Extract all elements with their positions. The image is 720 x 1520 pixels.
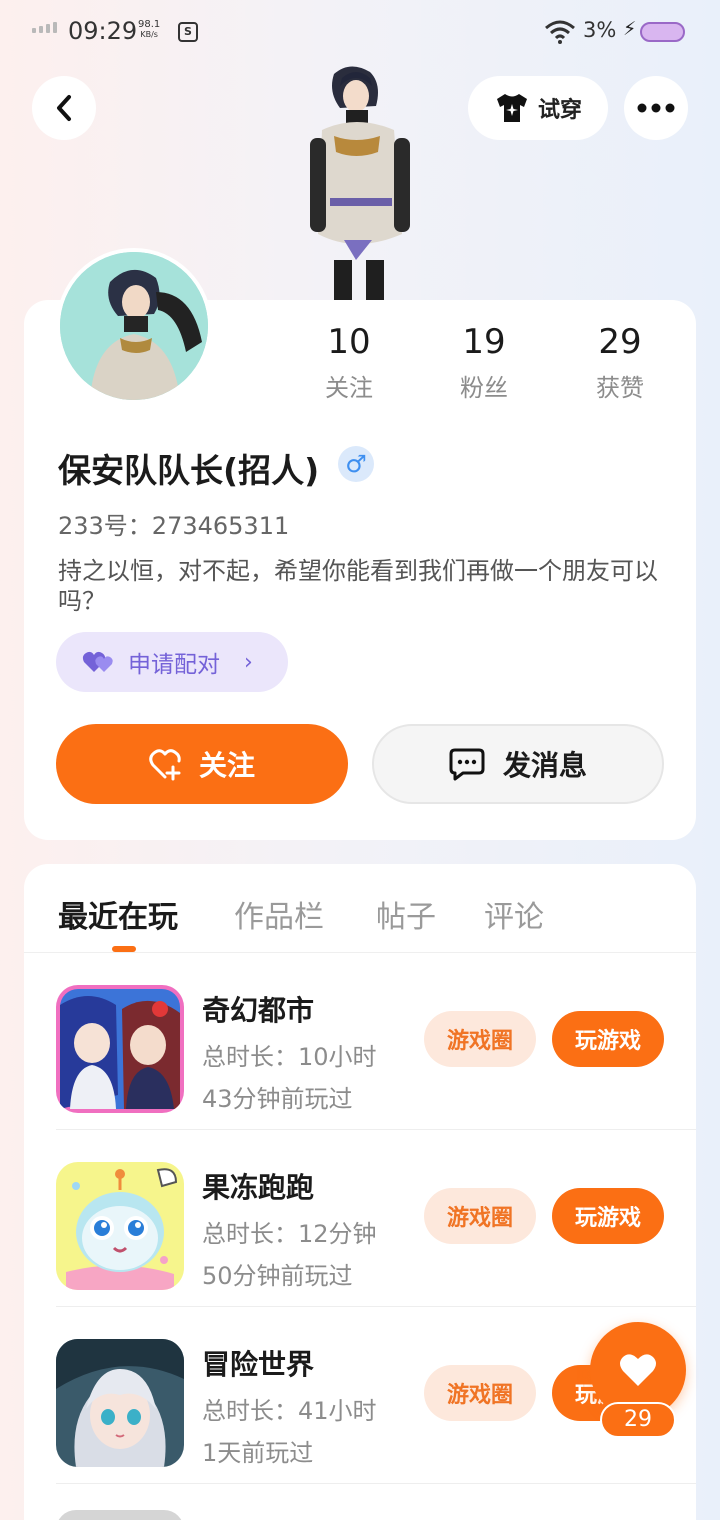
network-speed-value: 98.1 — [138, 19, 161, 30]
play-game-button[interactable]: 玩游戏 — [552, 1011, 664, 1067]
username: 保安队队长(招人) — [58, 451, 320, 490]
chat-bubble-icon — [449, 748, 485, 781]
game-icon[interactable] — [56, 985, 184, 1113]
try-on-button[interactable]: 试穿 — [468, 76, 608, 140]
stat-likes[interactable]: 29 获赞 — [560, 322, 680, 403]
row-divider — [56, 1483, 696, 1484]
user-bio: 持之以恒，对不起，希望你能看到我们再做一个朋友可以吗？ — [58, 557, 658, 615]
request-pairing-button[interactable]: 申请配对 › — [56, 632, 288, 692]
stat-following-label: 关注 — [325, 374, 373, 402]
play-game-button[interactable]: 玩游戏 — [552, 1188, 664, 1244]
notification-icon: S — [178, 22, 198, 42]
send-message-button[interactable]: 发消息 — [372, 724, 664, 804]
follow-button[interactable]: 关注 — [56, 724, 348, 804]
game-name: 果冻跑跑 — [202, 1171, 315, 1204]
back-button[interactable] — [32, 76, 96, 140]
tshirt-icon — [496, 94, 527, 122]
game-name: 奇幻都市 — [202, 994, 315, 1027]
more-dots-icon — [637, 103, 675, 113]
game-2-artwork — [56, 1162, 184, 1290]
game-last-played: 43分钟前玩过 — [202, 1085, 353, 1113]
more-options-button[interactable] — [624, 76, 688, 140]
heart-plus-icon — [149, 749, 181, 781]
male-gender-icon: ♂ — [338, 446, 374, 482]
stat-following-value: 10 — [327, 322, 371, 362]
tab-comments[interactable]: 评论 — [484, 892, 544, 936]
game-last-played: 1天前玩过 — [202, 1439, 314, 1467]
status-bar: 09:29 98.1 KB/s S 3% ⚡ — [0, 0, 720, 64]
stat-followers-label: 粉丝 — [460, 374, 508, 402]
status-time: 09:29 — [68, 17, 138, 45]
chevron-right-icon: › — [244, 649, 253, 675]
avatar[interactable] — [56, 248, 212, 404]
like-count-badge: 29 — [600, 1402, 676, 1438]
game-row[interactable]: 果冻跑跑 总时长：12分钟 50分钟前玩过 游戏圈 玩游戏 — [24, 1130, 696, 1307]
game-3-artwork — [56, 1339, 184, 1467]
game-name: 冒险世界 — [202, 1348, 315, 1381]
stat-following[interactable]: 10 关注 — [289, 322, 409, 403]
game-row[interactable]: 奇幻都市 总时长：10小时 43分钟前玩过 游戏圈 玩游戏 — [24, 953, 696, 1130]
game-circle-button[interactable]: 游戏圈 — [424, 1188, 536, 1244]
game-1-artwork — [56, 985, 184, 1113]
game-total-time: 总时长：12分钟 — [202, 1220, 377, 1248]
tab-posts[interactable]: 帖子 — [376, 892, 436, 936]
game-icon[interactable] — [56, 1339, 184, 1467]
avatar-image — [60, 252, 208, 400]
game-total-time: 总时长：10小时 — [202, 1043, 377, 1071]
game-total-time: 总时长：41小时 — [202, 1397, 377, 1425]
charging-icon: ⚡ — [623, 18, 637, 40]
next-game-icon-peek — [56, 1510, 184, 1520]
stat-followers-value: 19 — [462, 322, 506, 362]
stat-likes-label: 获赞 — [596, 374, 644, 402]
battery-icon — [640, 22, 685, 42]
request-pairing-label: 申请配对 — [128, 652, 220, 678]
game-icon[interactable] — [56, 1162, 184, 1290]
send-message-label: 发消息 — [502, 749, 587, 782]
character-figure — [310, 66, 410, 300]
game-last-played: 50分钟前玩过 — [202, 1262, 353, 1290]
tab-works[interactable]: 作品栏 — [234, 892, 324, 936]
tab-recently-played[interactable]: 最近在玩 — [58, 892, 178, 936]
signal-icon — [32, 22, 57, 33]
follow-label: 关注 — [198, 749, 255, 782]
stat-followers[interactable]: 19 粉丝 — [424, 322, 544, 403]
network-speed-unit: KB/s — [140, 30, 158, 39]
game-circle-button[interactable]: 游戏圈 — [424, 1011, 536, 1067]
battery-percent: 3% — [583, 18, 617, 42]
game-circle-button[interactable]: 游戏圈 — [424, 1365, 536, 1421]
wifi-icon — [545, 20, 575, 44]
game-row[interactable]: 冒险世界 总时长：41小时 1天前玩过 游戏圈 玩游戏 — [24, 1307, 696, 1484]
try-on-label: 试穿 — [537, 98, 582, 123]
heart-pair-icon — [82, 651, 113, 672]
stat-likes-value: 29 — [598, 322, 642, 362]
user-id: 233号：273465311 — [58, 512, 290, 540]
network-speed: 98.1 KB/s — [138, 20, 160, 40]
chevron-left-icon — [57, 95, 71, 121]
heart-icon — [620, 1354, 656, 1386]
